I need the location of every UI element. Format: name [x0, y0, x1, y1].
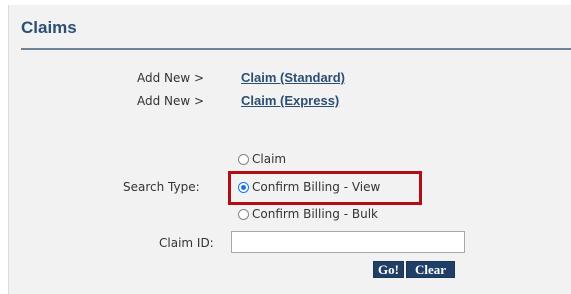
add-new-label-standard: Add New > — [137, 71, 205, 85]
search-type-label: Search Type: — [123, 180, 200, 194]
claim-id-input[interactable] — [231, 231, 465, 253]
panel-title: Claims — [21, 18, 77, 37]
radio-confirm-billing-bulk[interactable] — [238, 208, 249, 220]
title-divider — [21, 48, 571, 50]
add-new-label-express: Add New > — [137, 94, 205, 108]
search-type-option-confirm-billing-bulk[interactable]: Confirm Billing - Bulk — [238, 207, 378, 221]
highlight-box — [228, 171, 422, 205]
claims-panel: Claims Add New > Claim (Standard) Add Ne… — [8, 5, 571, 294]
claim-express-link[interactable]: Claim (Express) — [241, 93, 339, 108]
radio-label-confirm-billing-bulk: Confirm Billing - Bulk — [252, 207, 378, 221]
search-type-option-claim[interactable]: Claim — [238, 152, 286, 166]
clear-button[interactable]: Clear — [406, 261, 455, 278]
claim-id-label: Claim ID: — [159, 236, 214, 250]
go-button[interactable]: Go! — [373, 261, 404, 278]
radio-label-claim: Claim — [252, 152, 287, 166]
radio-claim[interactable] — [238, 153, 249, 165]
claim-standard-link[interactable]: Claim (Standard) — [241, 70, 345, 85]
